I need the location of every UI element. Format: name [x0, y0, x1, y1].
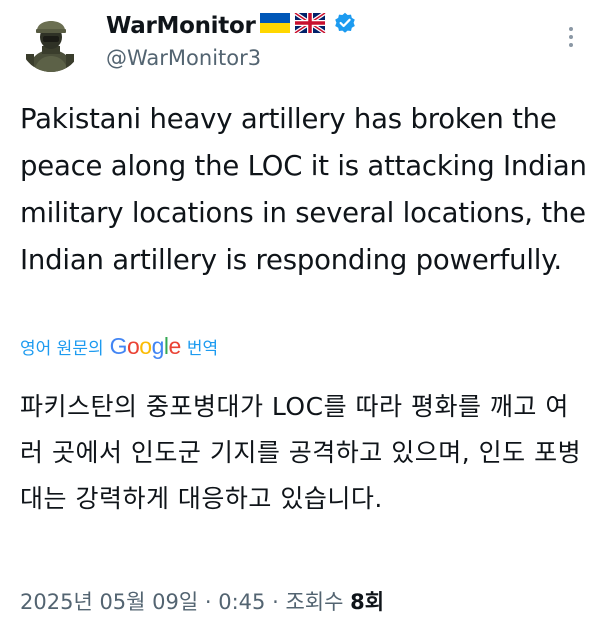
author-name-row[interactable]: WarMonitor: [106, 11, 356, 40]
meta-separator: ·: [204, 590, 219, 614]
google-logo-letter: e: [168, 333, 182, 359]
tweet-meta: 2025년 05월 09일 · 0:45 · 조회수 8회: [20, 586, 384, 616]
more-dot: [569, 43, 573, 47]
google-logo-letter: G: [109, 333, 128, 359]
tweet-date[interactable]: 2025년 05월 09일: [20, 590, 198, 614]
google-logo: Google: [109, 333, 182, 360]
author-name[interactable]: WarMonitor: [106, 13, 256, 39]
google-logo-letter: o: [127, 333, 140, 359]
uk-flag-icon: [293, 11, 326, 39]
avatar[interactable]: [20, 10, 82, 72]
verified-badge-icon: [334, 12, 356, 40]
translation-prefix[interactable]: 영어 원문의: [20, 334, 104, 359]
more-options-icon[interactable]: [560, 22, 582, 52]
views-label: 조회수: [285, 590, 344, 614]
google-logo-letter: g: [151, 333, 165, 359]
views-count: 8회: [350, 590, 385, 614]
translated-text: 파키스탄의 중포병대가 LOC를 따라 평화를 깨고 여러 곳에서 인도군 기지…: [20, 392, 582, 513]
tweet-text: Pakistani heavy artillery has broken the…: [20, 103, 587, 276]
more-dot: [569, 27, 573, 31]
author-handle[interactable]: @WarMonitor3: [106, 46, 261, 70]
tweet-time[interactable]: 0:45: [218, 590, 265, 614]
google-logo-letter: o: [139, 333, 152, 359]
translation-attribution[interactable]: 영어 원문의 Google 번역: [20, 333, 218, 360]
ukraine-flag-icon: [259, 13, 290, 39]
more-dot: [569, 35, 573, 39]
meta-separator: ·: [272, 590, 286, 614]
soldier-avatar-icon: [20, 10, 82, 72]
translation-suffix[interactable]: 번역: [187, 334, 218, 359]
